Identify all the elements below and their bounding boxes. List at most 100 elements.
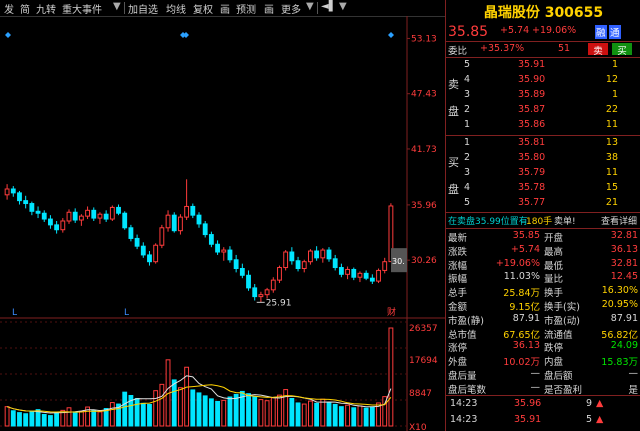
- volume-bar: [301, 403, 307, 427]
- candle-body: [252, 287, 258, 298]
- buy-level-row[interactable]: 2 35.80 38: [446, 152, 640, 165]
- candle-body: [289, 251, 295, 262]
- volume-bar: [295, 402, 301, 427]
- candle-body: [283, 251, 289, 269]
- candle-body: [239, 267, 245, 276]
- stat-label: 涨幅: [448, 260, 468, 272]
- sell-level-price: 35.87: [518, 104, 546, 115]
- candle-body: [202, 223, 208, 236]
- sell-level-price: 35.90: [518, 74, 546, 85]
- sell-level-row[interactable]: 2 35.87 22: [446, 104, 640, 117]
- sell-level-row[interactable]: 3 35.89 1: [446, 89, 640, 102]
- volume-axis-label: 17694: [409, 356, 438, 366]
- chevron-down-icon[interactable]: ▼: [306, 1, 314, 12]
- sell-level-row[interactable]: 5 35.91 1: [446, 59, 640, 72]
- toolbar-more-button[interactable]: 更多: [281, 1, 301, 16]
- chevron-down-icon[interactable]: ▼: [339, 1, 347, 12]
- candle-body: [103, 213, 109, 220]
- buy-level-row[interactable]: 1 35.81 13: [446, 137, 640, 150]
- toolbar-events-button[interactable]: 重大事件: [62, 1, 102, 16]
- stat-value-2: 12.45: [610, 271, 638, 283]
- sell-shortcut-button[interactable]: 卖: [588, 43, 608, 57]
- volume-axis-label: X10: [409, 423, 427, 431]
- stat-label: 振幅: [448, 274, 468, 286]
- stat-value: —: [530, 368, 541, 379]
- candle-body: [153, 244, 159, 263]
- candle-body: [351, 268, 357, 278]
- buy-level-row[interactable]: 4 35.78 15: [446, 182, 640, 195]
- toolbar-forecast-button[interactable]: 预测: [236, 1, 256, 16]
- sell-level-number: 2: [464, 104, 471, 115]
- toolbar-add-watchlist-button[interactable]: 加自选: [128, 1, 158, 16]
- buy-level-row[interactable]: 3 35.79 11: [446, 167, 640, 180]
- weibi-row: 委比 +35.37% 51 卖 买: [446, 43, 640, 57]
- candle-body: [246, 274, 251, 289]
- chart-toolbar: 发 简 九转 重大事件 ▼ 加自选 均线 复权 画 预测 画 更多 ▼ ◄▌ ▼: [0, 0, 445, 17]
- volume-bar: [252, 396, 258, 427]
- weibi-label: 委比: [448, 46, 468, 57]
- stat-value: 10.02万: [503, 357, 540, 369]
- toolbar-adjust-button[interactable]: 复权: [193, 1, 213, 16]
- l-marker: L: [124, 308, 129, 318]
- candle-body: [48, 218, 53, 226]
- volume-bar: [109, 402, 115, 427]
- candle-body: [376, 269, 381, 282]
- tick-row[interactable]: 14:23 35.96 9 ▲: [446, 398, 640, 411]
- stat-label: 涨停: [448, 343, 468, 355]
- notice-detail-link[interactable]: 查看详细: [601, 214, 637, 227]
- buy-level-number: 5: [464, 197, 471, 208]
- volume-bar: [351, 407, 357, 427]
- volume-bar: [72, 411, 78, 427]
- volume-icon[interactable]: ◄▌: [321, 1, 336, 12]
- tick-row[interactable]: 14:23 35.91 5 ▲: [446, 414, 640, 427]
- stat-label-2: 换手(实): [544, 302, 580, 313]
- candle-body: [140, 245, 146, 256]
- kline-chart[interactable]: 53.13 47.43 41.73 35.96 30.26 26357 17694 8847 X…: [0, 16, 445, 431]
- stat-row: 总市值 67.65亿 流通值 56.82亿: [446, 327, 640, 341]
- chevron-down-icon[interactable]: ▼: [113, 1, 121, 12]
- buy-level-volume: 11: [605, 167, 618, 178]
- volume-bar: [196, 392, 202, 427]
- divider: [446, 57, 640, 58]
- buy-shortcut-button[interactable]: 买: [612, 43, 632, 57]
- stat-value: 9.15亿: [509, 302, 540, 313]
- volume-bar: [332, 403, 338, 427]
- candle-body: [116, 206, 121, 214]
- volume-bar: [357, 405, 363, 427]
- stat-value-2: 87.91: [610, 312, 638, 324]
- stat-label: 总市值: [448, 329, 477, 341]
- volume-bar: [227, 396, 233, 427]
- sell-level-row[interactable]: 4 35.90 12: [446, 74, 640, 87]
- volume-bar: [258, 399, 264, 427]
- stat-label: 总手: [448, 288, 468, 300]
- candle-body: [184, 205, 190, 218]
- volume-bar: [78, 410, 84, 427]
- divider: [446, 228, 640, 229]
- stat-row: 涨幅 +19.06% 最低 32.81: [446, 258, 640, 272]
- buy-level-row[interactable]: 5 35.77 21: [446, 197, 640, 210]
- candle-body: [97, 213, 103, 219]
- toolbar-jian-button[interactable]: 简: [20, 1, 30, 16]
- sell-level-row[interactable]: 1 35.86 11: [446, 119, 640, 132]
- volume-bar: [314, 402, 320, 427]
- candle-body: [159, 227, 165, 246]
- toolbar-jiuzhuan-button[interactable]: 九转: [36, 1, 56, 16]
- price-axis-label: 35.96: [411, 201, 437, 211]
- stat-value-2: 24.09: [610, 340, 638, 352]
- candle-body: [72, 211, 78, 221]
- candle-body: [382, 261, 388, 271]
- toolbar-fa-button[interactable]: 发: [4, 1, 14, 16]
- candle-body: [122, 212, 128, 229]
- toolbar-ma-button[interactable]: 均线: [166, 1, 186, 16]
- candle-body: [277, 267, 282, 281]
- notice-row[interactable]: 在卖盘35.99位置有 180手 卖单! 查看详细: [446, 214, 640, 227]
- notice-volume: 180手: [526, 217, 553, 227]
- volume-bar: [48, 415, 53, 427]
- volume-bar: [363, 407, 369, 427]
- volume-axis-label: 26357: [409, 324, 438, 334]
- toolbar-draw-button[interactable]: 画: [220, 1, 230, 16]
- volume-bar: [122, 391, 128, 427]
- volume-bar: [388, 327, 394, 427]
- toolbar-draw2-button[interactable]: 画: [264, 1, 274, 16]
- candle-body: [91, 209, 97, 219]
